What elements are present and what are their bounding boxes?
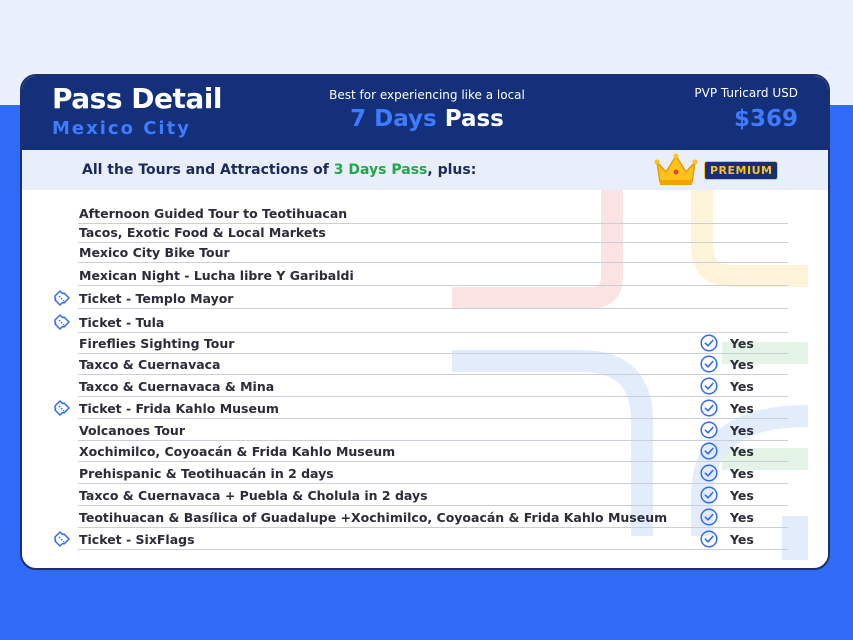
list-item: Taxco & Cuernavaca & Mina Yes bbox=[78, 375, 788, 397]
included-yes: Yes bbox=[730, 423, 754, 438]
check-circle-icon bbox=[700, 442, 718, 460]
list-item: Mexico City Bike Tour bbox=[78, 241, 788, 263]
list-item: Prehispanic & Teotihuacán in 2 days Yes bbox=[78, 462, 788, 484]
list-item: Taxco & Cuernavaca Yes bbox=[78, 353, 788, 375]
list-item: Xochimilco, Coyoacán & Frida Kahlo Museu… bbox=[78, 440, 788, 462]
ticket-icon bbox=[52, 398, 72, 418]
list-item: Tacos, Exotic Food & Local Markets bbox=[78, 221, 788, 243]
list-item: Volcanoes Tour Yes bbox=[78, 419, 788, 441]
list-item: Ticket - SixFlags Yes bbox=[54, 528, 788, 550]
item-label: Mexican Night - Lucha libre Y Garibaldi bbox=[79, 268, 354, 283]
pass-detail-card: Pass Detail Mexico City Best for experie… bbox=[20, 74, 830, 570]
item-label: Taxco & Cuernavaca & Mina bbox=[79, 379, 275, 394]
check-circle-icon bbox=[700, 355, 718, 373]
check-circle-icon bbox=[700, 530, 718, 548]
item-label: Taxco & Cuernavaca bbox=[79, 357, 221, 372]
check-circle-icon bbox=[700, 421, 718, 439]
ticket-icon bbox=[52, 529, 72, 549]
ticket-icon bbox=[52, 312, 72, 332]
item-label: Volcanoes Tour bbox=[79, 423, 185, 438]
check-circle-icon bbox=[700, 486, 718, 504]
list-item: Fireflies Sighting Tour Yes bbox=[78, 332, 788, 354]
included-yes: Yes bbox=[730, 379, 754, 394]
item-label: Ticket - Templo Mayor bbox=[79, 291, 234, 306]
included-yes: Yes bbox=[730, 336, 754, 351]
list-item: Ticket - Tula bbox=[54, 311, 788, 333]
list-item: Taxco & Cuernavaca + Puebla & Cholula in… bbox=[78, 484, 788, 506]
included-yes: Yes bbox=[730, 532, 754, 547]
included-yes: Yes bbox=[730, 488, 754, 503]
included-yes: Yes bbox=[730, 401, 754, 416]
item-label: Mexico City Bike Tour bbox=[79, 245, 230, 260]
item-label: Tacos, Exotic Food & Local Markets bbox=[79, 225, 326, 240]
item-label: Ticket - Frida Kahlo Museum bbox=[79, 401, 279, 416]
item-label: Ticket - SixFlags bbox=[79, 532, 195, 547]
list-item: Mexican Night - Lucha libre Y Garibaldi bbox=[78, 264, 788, 286]
included-yes: Yes bbox=[730, 510, 754, 525]
included-yes: Yes bbox=[730, 444, 754, 459]
check-circle-icon bbox=[700, 399, 718, 417]
item-label: Xochimilco, Coyoacán & Frida Kahlo Museu… bbox=[79, 444, 396, 459]
item-label: Teotihuacan & Basílica of Guadalupe +Xoc… bbox=[79, 510, 668, 525]
items-list: Afternoon Guided Tour to Teotihuacan Taco… bbox=[22, 76, 828, 568]
item-label: Fireflies Sighting Tour bbox=[79, 336, 235, 351]
check-circle-icon bbox=[700, 464, 718, 482]
list-item: Ticket - Templo Mayor bbox=[54, 287, 788, 309]
check-circle-icon bbox=[700, 334, 718, 352]
ticket-icon bbox=[52, 288, 72, 308]
list-item: Teotihuacan & Basílica of Guadalupe +Xoc… bbox=[78, 506, 788, 528]
included-yes: Yes bbox=[730, 357, 754, 372]
list-item: Ticket - Frida Kahlo Museum Yes bbox=[54, 397, 788, 419]
included-yes: Yes bbox=[730, 466, 754, 481]
check-circle-icon bbox=[700, 508, 718, 526]
item-label: Ticket - Tula bbox=[79, 315, 165, 330]
item-label: Prehispanic & Teotihuacán in 2 days bbox=[79, 466, 334, 481]
check-circle-icon bbox=[700, 377, 718, 395]
item-label: Afternoon Guided Tour to Teotihuacan bbox=[79, 206, 348, 221]
item-label: Taxco & Cuernavaca + Puebla & Cholula in… bbox=[79, 488, 428, 503]
